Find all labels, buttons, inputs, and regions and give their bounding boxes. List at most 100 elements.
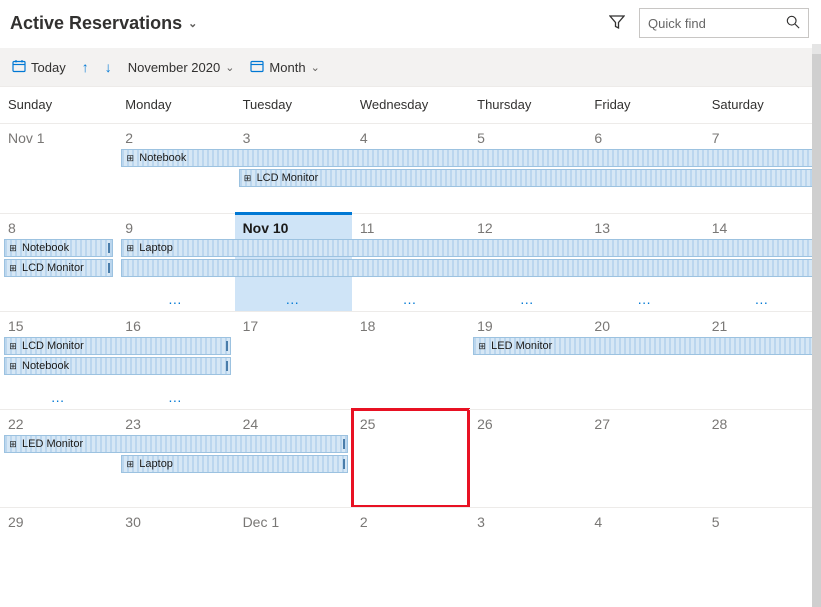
calendar-cell[interactable]: 22 (0, 409, 117, 507)
search-placeholder: Quick find (648, 16, 706, 31)
view-selector[interactable]: Active Reservations ⌄ (10, 13, 197, 34)
event-end-cap (108, 243, 110, 253)
date-number: 28 (712, 416, 821, 432)
reservation-event[interactable] (121, 259, 817, 277)
calendar-cell[interactable]: 28 (704, 409, 821, 507)
product-icon: ⊞ (124, 153, 136, 164)
chevron-down-icon: ⌄ (225, 61, 234, 74)
date-number: 13 (594, 220, 703, 236)
date-number: 17 (243, 318, 352, 334)
search-input[interactable]: Quick find (639, 8, 809, 38)
calendar-toolbar: Today ↑ ↓ November 2020 ⌄ Month ⌄ (0, 48, 821, 86)
calendar-cell[interactable]: 18 (352, 311, 469, 409)
dow-header: Thursday (469, 87, 586, 123)
date-number: 5 (477, 130, 586, 146)
calendar-cell[interactable]: 2 (117, 123, 234, 213)
calendar-cell[interactable]: Dec 1 (235, 507, 352, 605)
calendar-cell[interactable]: 27 (586, 409, 703, 507)
reservation-event[interactable]: ⊞Laptop (121, 455, 348, 473)
calendar-cell[interactable]: 30 (117, 507, 234, 605)
calendar-cell[interactable]: 19 (469, 311, 586, 409)
dow-header: Wednesday (352, 87, 469, 123)
more-events-button[interactable]: … (402, 291, 418, 307)
date-number: 19 (477, 318, 586, 334)
today-button[interactable]: Today (12, 59, 66, 76)
calendar-icon (12, 59, 26, 76)
event-label: LCD Monitor (257, 172, 319, 184)
search-icon (786, 15, 800, 32)
more-events-button[interactable]: … (520, 291, 536, 307)
calendar-cell[interactable]: 2 (352, 507, 469, 605)
view-title-text: Active Reservations (10, 13, 182, 34)
reservation-event[interactable]: ⊞Notebook (4, 239, 113, 257)
calendar-cell[interactable]: 29 (0, 507, 117, 605)
reservation-event[interactable]: ⊞Notebook (121, 149, 817, 167)
reservation-event[interactable]: ⊞LCD Monitor (239, 169, 817, 187)
calendar-cell[interactable]: 20 (586, 311, 703, 409)
more-events-button[interactable]: … (285, 291, 301, 307)
date-number: 11 (360, 220, 469, 236)
event-label: LCD Monitor (22, 262, 84, 274)
date-number: 22 (8, 416, 117, 432)
product-icon: ⊞ (7, 361, 19, 372)
dow-header: Friday (586, 87, 703, 123)
product-icon: ⊞ (124, 459, 136, 470)
date-number: 20 (594, 318, 703, 334)
calendar-cell[interactable]: 5 (704, 507, 821, 605)
reservation-event[interactable]: ⊞Notebook (4, 357, 231, 375)
date-number: Nov 1 (8, 130, 117, 146)
event-end-cap (343, 459, 345, 469)
event-label: Notebook (22, 242, 69, 254)
event-label: Notebook (22, 360, 69, 372)
calendar-cell[interactable]: 3 (469, 507, 586, 605)
reservation-event[interactable]: ⊞LED Monitor (4, 435, 348, 453)
reservation-event[interactable]: ⊞Laptop (121, 239, 817, 257)
product-icon: ⊞ (124, 243, 136, 254)
reservation-event[interactable]: ⊞LCD Monitor (4, 337, 231, 355)
date-number: 24 (243, 416, 352, 432)
product-icon: ⊞ (7, 243, 19, 254)
calendar-cell[interactable]: 4 (586, 507, 703, 605)
date-number: 6 (594, 130, 703, 146)
next-period-button[interactable]: ↓ (105, 59, 112, 75)
period-selector[interactable]: November 2020 ⌄ (128, 60, 235, 75)
event-label: LED Monitor (22, 438, 83, 450)
calendar-cell[interactable]: 17 (235, 311, 352, 409)
date-number: 12 (477, 220, 586, 236)
date-number: 3 (477, 514, 586, 530)
calendar-cell[interactable]: 21 (704, 311, 821, 409)
calendar-cell[interactable]: 25 (352, 409, 469, 507)
scrollbar[interactable] (812, 44, 821, 607)
calendar-cell[interactable]: 26 (469, 409, 586, 507)
event-label: Laptop (139, 458, 173, 470)
date-number: 15 (8, 318, 117, 334)
event-end-cap (343, 439, 345, 449)
calendar-cell[interactable]: Nov 1 (0, 123, 117, 213)
date-number: Nov 10 (243, 220, 352, 236)
prev-period-button[interactable]: ↑ (82, 59, 89, 75)
calendar-cell[interactable]: 4 (352, 123, 469, 213)
more-events-button[interactable]: … (51, 389, 67, 405)
view-mode-selector[interactable]: Month ⌄ (250, 59, 319, 76)
calendar-cell[interactable]: 7 (704, 123, 821, 213)
calendar-cell[interactable]: 3 (235, 123, 352, 213)
date-number: 14 (712, 220, 821, 236)
filter-icon[interactable] (609, 14, 625, 33)
product-icon: ⊞ (242, 173, 254, 184)
dow-header: Monday (117, 87, 234, 123)
more-events-button[interactable]: … (637, 291, 653, 307)
more-events-button[interactable]: … (754, 291, 770, 307)
date-number: 7 (712, 130, 821, 146)
more-events-button[interactable]: … (168, 291, 184, 307)
date-number: 9 (125, 220, 234, 236)
event-end-cap (226, 341, 228, 351)
event-label: LCD Monitor (22, 340, 84, 352)
more-events-button[interactable]: … (168, 389, 184, 405)
calendar-cell[interactable]: 6 (586, 123, 703, 213)
calendar-cell[interactable]: 5 (469, 123, 586, 213)
reservation-event[interactable]: ⊞LED Monitor (473, 337, 817, 355)
date-number: 18 (360, 318, 469, 334)
reservation-event[interactable]: ⊞LCD Monitor (4, 259, 113, 277)
date-number: 29 (8, 514, 117, 530)
event-label: Laptop (139, 242, 173, 254)
